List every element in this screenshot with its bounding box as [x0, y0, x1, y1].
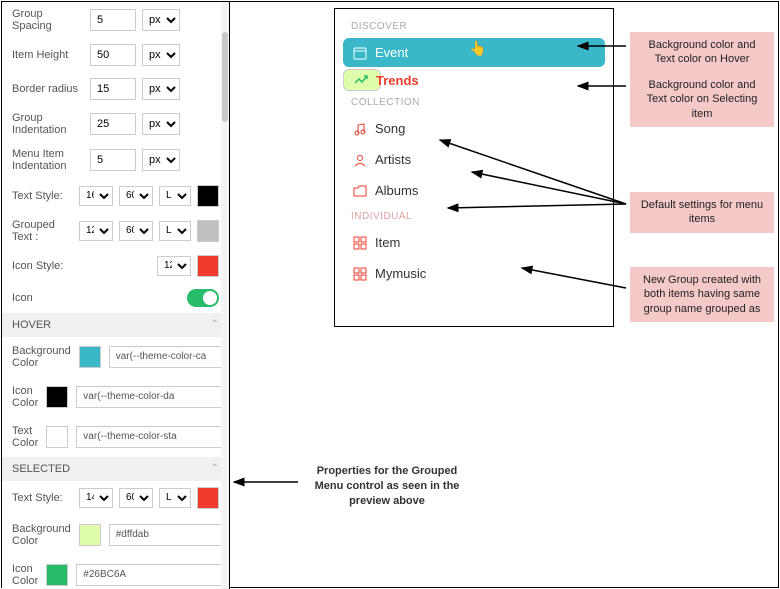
panel-scrollbar[interactable] [221, 2, 229, 589]
menu-item-item[interactable]: Item [343, 228, 605, 257]
icon-style-size[interactable]: 12 [157, 256, 191, 276]
menu-item-mymusic[interactable]: Mymusic [343, 259, 605, 288]
menu-item-event[interactable]: Event 👆 [343, 38, 605, 67]
group-indent-label: Group Indentation [12, 112, 84, 136]
icon-toggle-label: Icon [12, 292, 84, 304]
hover-icon-value[interactable] [76, 386, 222, 408]
group-spacing-input[interactable] [90, 9, 136, 31]
sel-bg-label: Background Color [12, 523, 71, 547]
menu-item-trends[interactable]: Trends [343, 69, 381, 91]
border-radius-unit[interactable]: px [142, 78, 180, 100]
hover-text-value[interactable] [76, 426, 222, 448]
menu-item-label: Trends [376, 73, 419, 88]
text-style-swatch[interactable] [197, 185, 219, 207]
hover-header-text: HOVER [12, 319, 51, 331]
text-style-case[interactable]: L [159, 186, 191, 206]
border-radius-input[interactable] [90, 78, 136, 100]
menu-preview: DISCOVER Event 👆 Trends COLLECTION Song … [334, 8, 614, 327]
menu-item-label: Albums [375, 183, 418, 198]
pointer-cursor-icon: 👆 [469, 40, 486, 57]
menu-item-label: Event [375, 45, 408, 60]
hover-text-label: Text Color [12, 425, 38, 449]
menu-item-label: Artists [375, 152, 411, 167]
text-style-weight[interactable]: 600 [119, 186, 153, 206]
chevron-up-icon: ⌃ [211, 463, 219, 474]
sel-text-swatch[interactable] [197, 487, 219, 509]
group-header-discover: DISCOVER [335, 17, 613, 36]
sel-icon-value[interactable] [76, 564, 222, 586]
callout-selected: Background color and Text color on Selec… [630, 72, 774, 127]
menu-item-label: Song [375, 121, 405, 136]
trend-icon [354, 73, 368, 87]
group-header-collection: COLLECTION [335, 93, 613, 112]
group-header-individual: INDIVIDUAL [335, 207, 613, 226]
icon-style-swatch[interactable] [197, 255, 219, 277]
hover-bg-label: Background Color [12, 345, 71, 369]
folder-icon [353, 184, 367, 198]
callout-properties: Properties for the Grouped Menu control … [302, 464, 472, 509]
icon-toggle[interactable] [187, 289, 219, 307]
hover-bg-value[interactable] [109, 346, 230, 368]
sel-bg-value[interactable] [109, 524, 230, 546]
group-indent-unit[interactable]: px [142, 113, 180, 135]
menu-item-artists[interactable]: Artists [343, 145, 605, 174]
menu-item-label: Item [375, 235, 400, 250]
menu-item-albums[interactable]: Albums [343, 176, 605, 205]
scrollbar-thumb[interactable] [222, 32, 228, 122]
sel-text-style-label: Text Style: [12, 492, 73, 504]
properties-panel: Group Spacing px Item Height px Border r… [2, 2, 230, 589]
text-style-size[interactable]: 16 [79, 186, 113, 206]
grouped-text-weight[interactable]: 600 [119, 221, 153, 241]
menu-indent-input[interactable] [90, 149, 136, 171]
callout-default: Default settings for menu items [630, 192, 774, 233]
menu-item-label: Mymusic [375, 266, 426, 281]
item-height-unit[interactable]: px [142, 44, 180, 66]
hover-icon-label: Icon Color [12, 385, 38, 409]
user-icon [353, 153, 367, 167]
sel-text-weight[interactable]: 600 [119, 488, 153, 508]
sel-icon-label: Icon Color [12, 563, 38, 587]
icon-style-label: Icon Style: [12, 260, 84, 272]
sel-icon-swatch[interactable] [46, 564, 68, 586]
grid-icon [353, 267, 367, 281]
sel-bg-swatch[interactable] [79, 524, 101, 546]
menu-indent-unit[interactable]: px [142, 149, 180, 171]
grouped-text-label: Grouped Text : [12, 219, 73, 243]
grid-icon [353, 236, 367, 250]
grouped-text-size[interactable]: 12 [79, 221, 113, 241]
sel-text-case[interactable]: L [159, 488, 191, 508]
menu-indent-label: Menu Item Indentation [12, 148, 84, 172]
hover-text-swatch[interactable] [46, 426, 68, 448]
item-height-label: Item Height [12, 49, 84, 61]
hover-bg-swatch[interactable] [79, 346, 101, 368]
callout-newgroup: New Group created with both items having… [630, 267, 774, 322]
selected-header-text: SELECTED [12, 463, 70, 475]
group-spacing-unit[interactable]: px [142, 9, 180, 31]
callout-hover: Background color and Text color on Hover [630, 32, 774, 73]
hover-section-header[interactable]: HOVER ⌃ [2, 313, 229, 337]
calendar-icon [353, 46, 367, 60]
music-icon [353, 122, 367, 136]
chevron-up-icon: ⌃ [211, 319, 219, 330]
border-radius-label: Border radius [12, 83, 84, 95]
grouped-text-case[interactable]: L [159, 221, 191, 241]
selected-section-header[interactable]: SELECTED ⌃ [2, 457, 229, 481]
sel-text-size[interactable]: 14 [79, 488, 113, 508]
group-indent-input[interactable] [90, 113, 136, 135]
grouped-text-swatch[interactable] [197, 220, 219, 242]
group-spacing-label: Group Spacing [12, 8, 84, 32]
text-style-label: Text Style: [12, 190, 73, 202]
item-height-input[interactable] [90, 44, 136, 66]
menu-item-song[interactable]: Song [343, 114, 605, 143]
hover-icon-swatch[interactable] [46, 386, 68, 408]
